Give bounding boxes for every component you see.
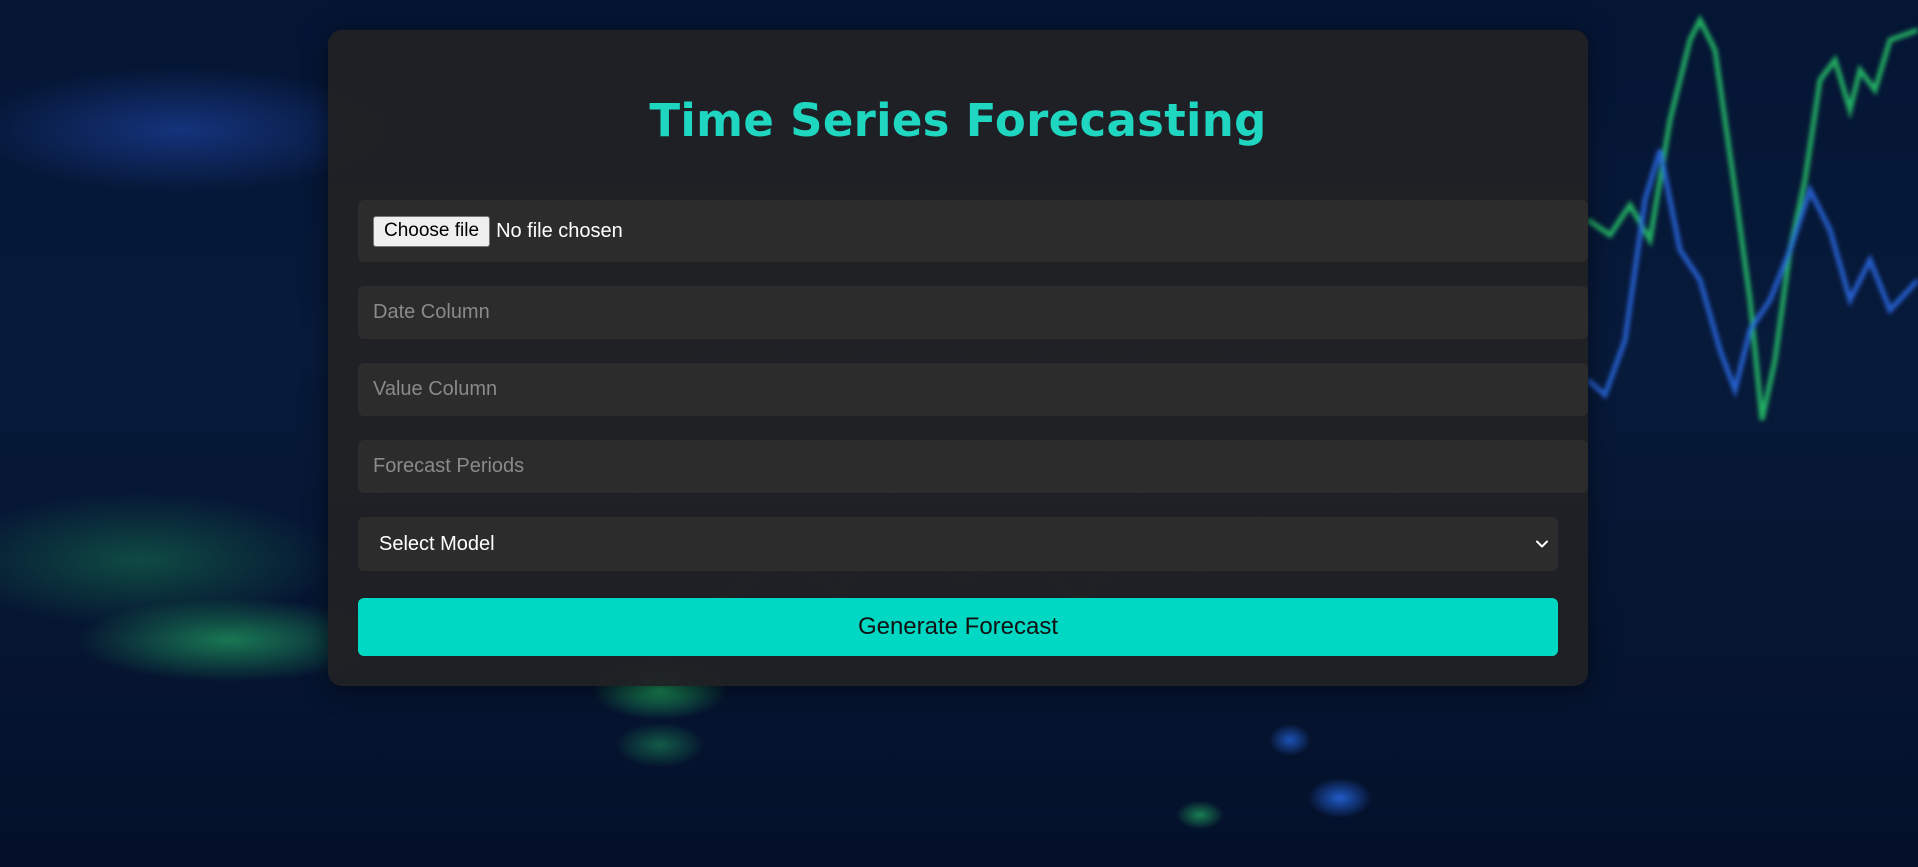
forecast-form-card: Time Series Forecasting Choose file No f…: [328, 30, 1588, 686]
model-select[interactable]: Select Model: [358, 517, 1558, 571]
forecast-periods-input[interactable]: [358, 440, 1588, 493]
file-upload-field[interactable]: Choose file No file chosen: [358, 200, 1588, 262]
file-status-text: No file chosen: [496, 219, 623, 242]
generate-forecast-button[interactable]: Generate Forecast: [358, 598, 1558, 656]
value-column-input[interactable]: [358, 363, 1588, 416]
date-column-input[interactable]: [358, 286, 1588, 339]
choose-file-button[interactable]: Choose file: [373, 215, 491, 247]
model-select-value: Select Model: [379, 532, 495, 555]
chevron-down-icon: [1532, 534, 1552, 554]
page-title: Time Series Forecasting: [649, 94, 1267, 147]
